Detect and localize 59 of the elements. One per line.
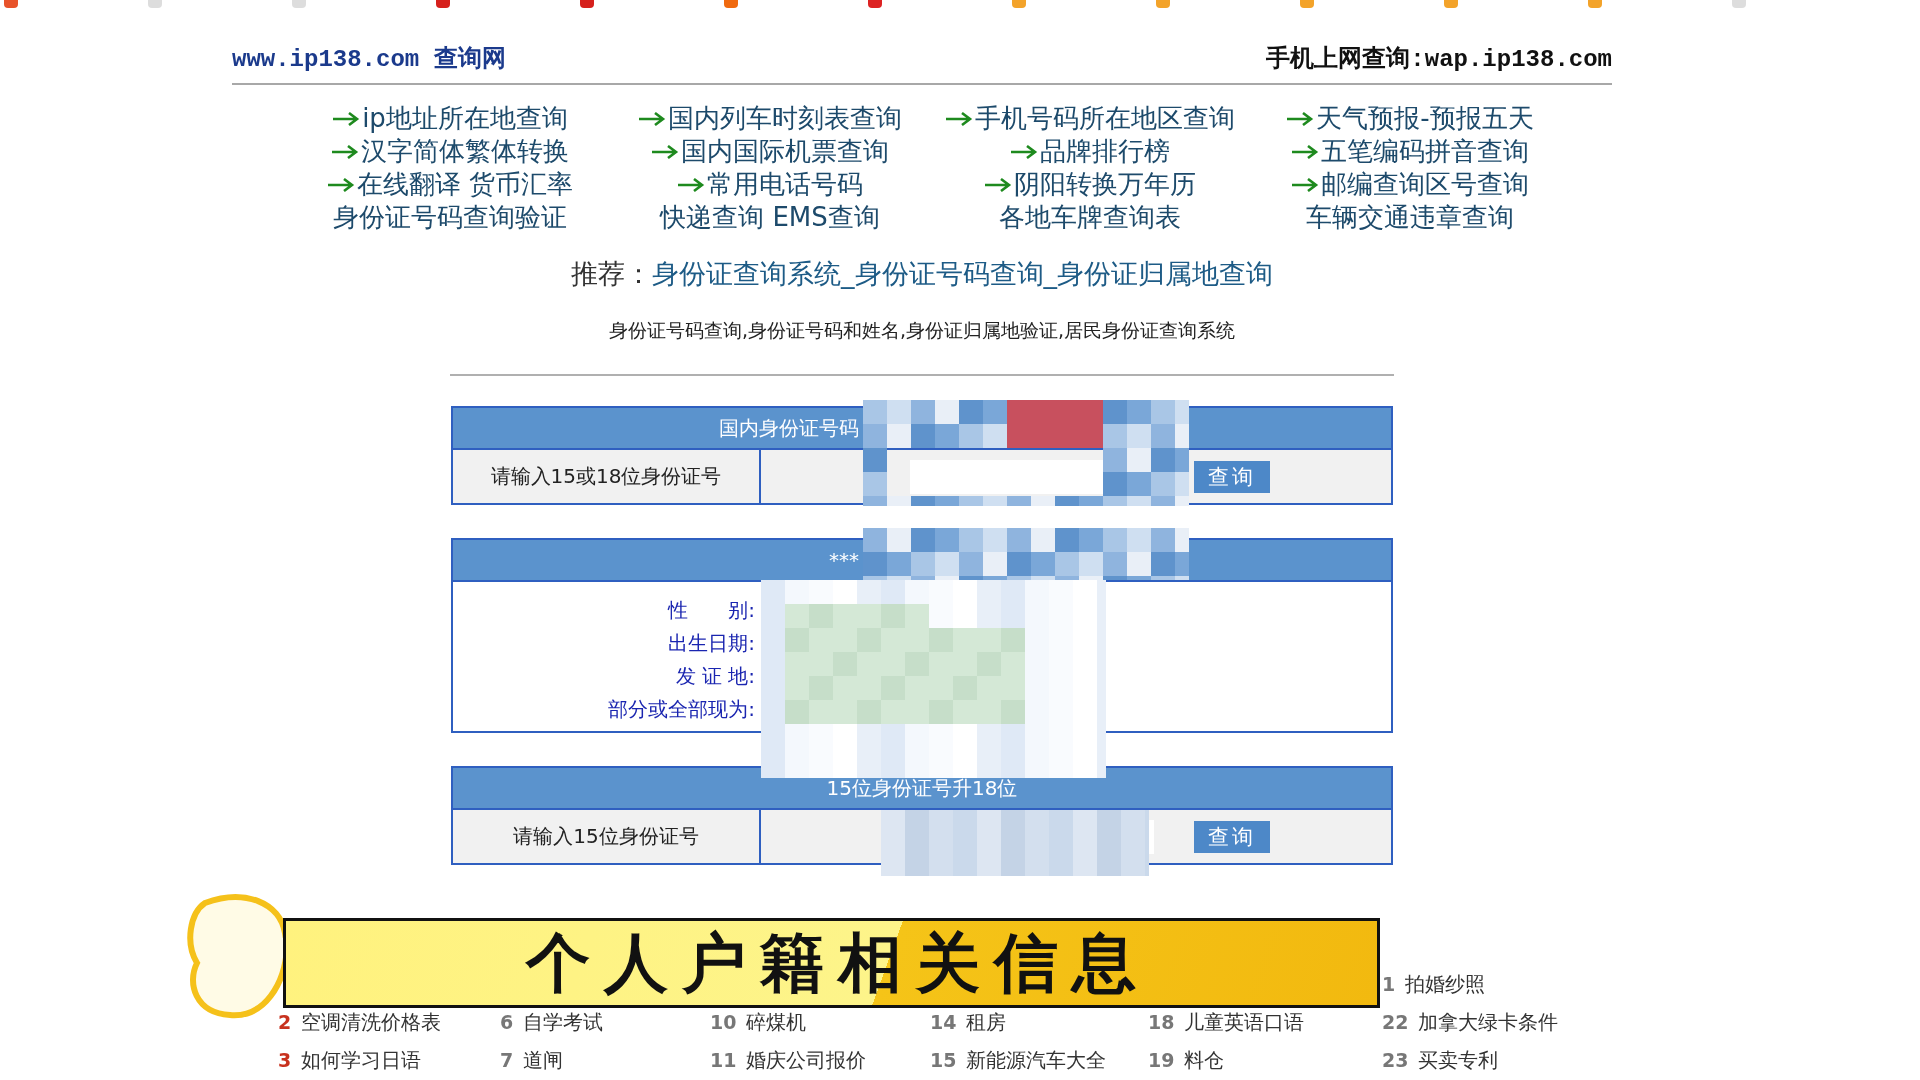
service-link[interactable]: 快递查询 EMS查询 [660,200,880,235]
rank-number: 10 [710,1011,737,1033]
service-link[interactable]: 国内列车时刻表查询 [668,101,902,136]
rank-number: 7 [500,1049,514,1071]
panel-title: 国内身份证号码 [719,414,859,442]
service-link[interactable]: 品牌排行榜 [1040,134,1170,169]
rank-number: 6 [500,1011,514,1033]
service-link[interactable]: 汉字简体繁体转换 [361,134,569,169]
hot-search-link[interactable]: 新能源汽车大全 [966,1046,1107,1074]
field-label: 请输入15位身份证号 [453,810,761,863]
site-title[interactable]: www.ip138.com 查询网 [232,42,506,83]
recommend-label: 推荐： [571,258,652,289]
service-link[interactable]: 身份证号码查询验证 [333,200,567,235]
service-link[interactable]: 五笔编码拼音查询 [1321,134,1529,169]
keywords-text: 身份证号码查询,身份证号码和姓名,身份证归属地验证,居民身份证查询系统 [607,318,1237,343]
rank-number: 3 [278,1049,292,1071]
hot-search-link[interactable]: 道闸 [523,1046,564,1074]
field-label: 部分或全部现为: [607,696,755,723]
rank-number: 22 [1382,1011,1409,1033]
field-label: 请输入15或18位身份证号 [453,450,761,503]
panel-title: *** [829,548,859,572]
hot-search-link[interactable]: 如何学习日语 [301,1046,422,1074]
rank-number: 14 [930,1011,957,1033]
hot-search-link[interactable]: 碎煤机 [746,1008,807,1036]
service-link[interactable]: ip地址所在地查询 [362,101,568,136]
rank-number: 23 [1382,1049,1409,1071]
field-label: 发 证 地: [674,663,755,690]
service-link[interactable]: 各地车牌查询表 [999,200,1181,235]
service-link[interactable]: 在线翻译 货币汇率 [356,167,574,202]
service-link[interactable]: 手机号码所在地区查询 [975,101,1235,136]
service-link[interactable]: 车辆交通违章查询 [1306,200,1514,235]
service-link[interactable]: 常用电话号码 [707,167,863,202]
service-link[interactable]: 国内国际机票查询 [681,134,889,169]
field-label: 性 别: [666,597,755,624]
rank-number: 2 [278,1011,292,1033]
query-button[interactable]: 查询 [1194,460,1270,493]
hot-search-link[interactable]: 拍婚纱照 [1405,970,1486,998]
service-link[interactable]: 天气预报-预报五天 [1316,101,1534,136]
hot-search-link[interactable]: 自学考试 [523,1008,604,1036]
query-button[interactable]: 查询 [1194,820,1270,853]
rank-number: 15 [930,1049,957,1071]
rank-number: 11 [710,1049,737,1071]
service-link[interactable]: 邮编查询区号查询 [1321,167,1529,202]
hot-search-link[interactable]: 买卖专利 [1418,1046,1499,1074]
rank-number: 1 [1382,973,1396,995]
hot-search-link[interactable]: 儿童英语口语 [1184,1008,1305,1036]
mobile-site-text: 手机上网查询:wap.ip138.com [1266,44,1612,75]
hot-search-link[interactable]: 婚庆公司报价 [746,1046,867,1074]
rank-number: 18 [1148,1011,1175,1033]
recommend-link[interactable]: 身份证查询系统_身份证号码查询_身份证归属地查询 [652,258,1273,289]
hot-search-link[interactable]: 料仓 [1184,1046,1225,1074]
rank-number: 19 [1148,1049,1175,1071]
hot-search-link[interactable]: 空调清洗价格表 [301,1008,442,1036]
title-banner: 个人户籍相关信息 [283,918,1380,1008]
hot-search-link[interactable]: 租房 [966,1008,1007,1036]
panel-title: 15位身份证号升18位 [826,774,1018,802]
hot-search-link[interactable]: 加拿大绿卡条件 [1418,1008,1559,1036]
field-label: 出生日期: [667,630,755,657]
service-link[interactable]: 阴阳转换万年历 [1014,167,1196,202]
